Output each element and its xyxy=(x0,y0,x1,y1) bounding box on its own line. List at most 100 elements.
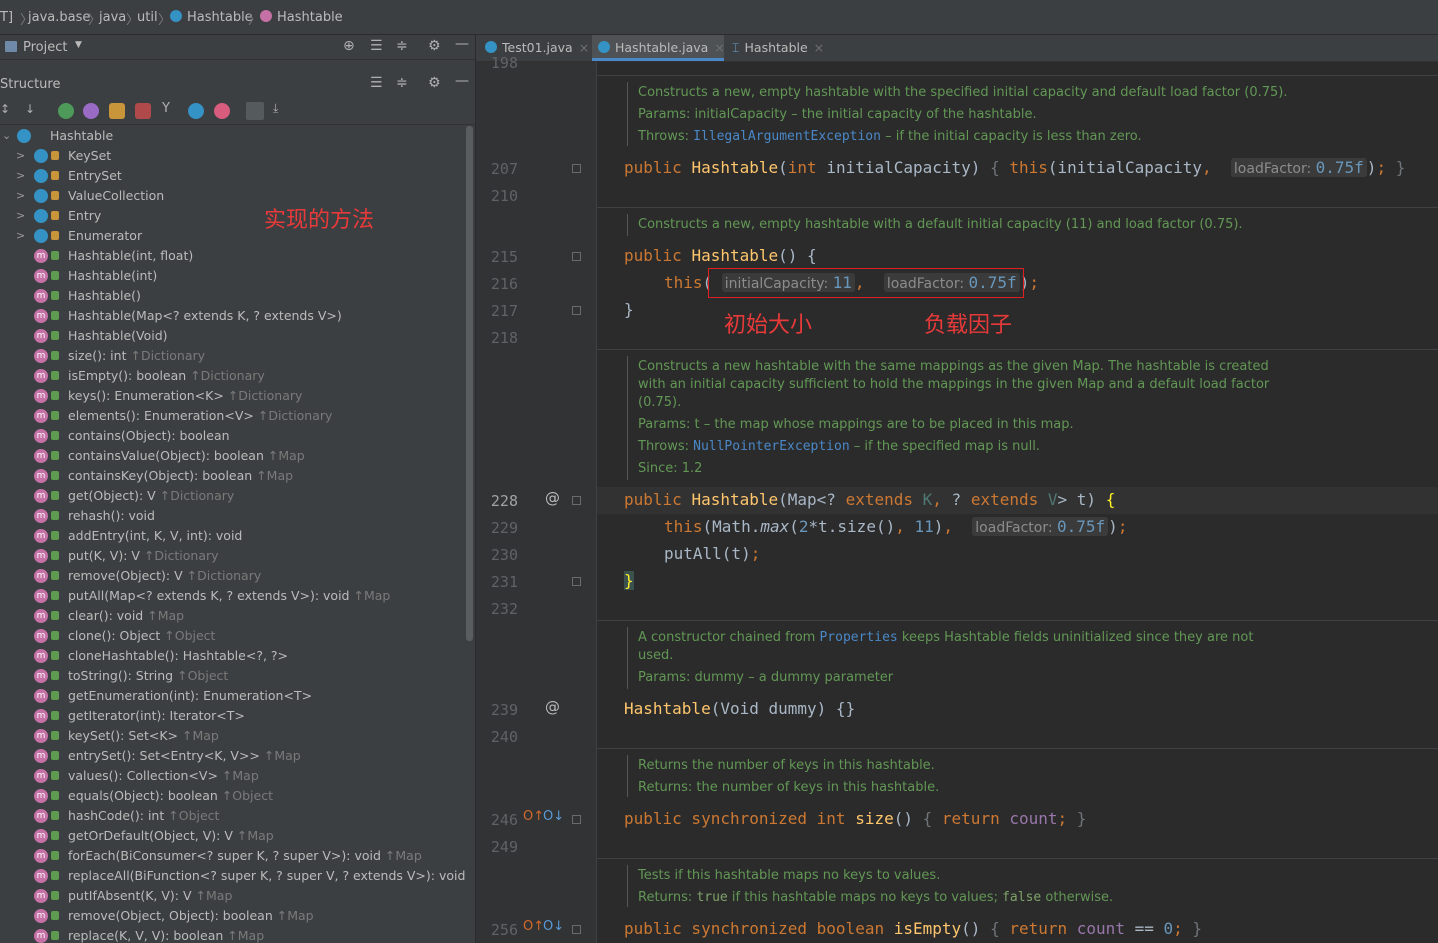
tree-method-item[interactable]: m get(Object): V ↑Dictionary xyxy=(0,486,466,506)
filter-icon[interactable]: Y xyxy=(162,101,170,116)
minimize-icon[interactable]: — xyxy=(455,73,469,89)
tree-method-item[interactable]: m cloneHashtable(): Hashtable<?, ?> xyxy=(0,646,466,666)
expand-all-icon[interactable]: ☰ xyxy=(370,75,383,91)
show-properties-icon[interactable] xyxy=(83,103,99,119)
tree-method-item[interactable]: m remove(Object, Object): boolean ↑Map xyxy=(0,906,466,926)
tree-method-item[interactable]: m getEnumeration(int): Enumeration<T> xyxy=(0,686,466,706)
tree-method-item[interactable]: m hashCode(): int ↑Object xyxy=(0,806,466,826)
autoscroll-from-source-icon[interactable]: ⤓ xyxy=(273,101,278,116)
tree-method-item[interactable]: m keySet(): Set<K> ↑Map xyxy=(0,726,466,746)
tree-class-item[interactable]: > ValueCollection xyxy=(0,186,466,206)
breadcrumb-item[interactable]: Hashtable xyxy=(260,10,343,25)
tree-method-item[interactable]: m containsValue(Object): boolean ↑Map xyxy=(0,446,466,466)
tree-method-item[interactable]: m elements(): Enumeration<V> ↑Dictionary xyxy=(0,406,466,426)
tree-method-item[interactable]: m rehash(): void xyxy=(0,506,466,526)
collapse-all-icon[interactable]: ≑ xyxy=(396,38,408,54)
tree-method-item[interactable]: m Hashtable(Void) xyxy=(0,326,466,346)
fold-marker[interactable] xyxy=(572,577,581,586)
tree-method-item[interactable]: m forEach(BiConsumer<? super K, ? super V… xyxy=(0,846,466,866)
tree-method-item[interactable]: m Hashtable(int, float) xyxy=(0,246,466,266)
tree-method-item[interactable]: m clone(): Object ↑Object xyxy=(0,626,466,646)
breadcrumb-item[interactable]: java xyxy=(99,10,126,25)
tree-method-item[interactable]: m addEntry(int, K, V, int): void xyxy=(0,526,466,546)
close-icon[interactable]: × xyxy=(814,40,824,55)
tree-class-item[interactable]: > Enumerator xyxy=(0,226,466,246)
fold-marker[interactable] xyxy=(572,164,581,173)
tree-method-item[interactable]: m containsKey(Object): boolean ↑Map xyxy=(0,466,466,486)
tree-method-item[interactable]: m toString(): String ↑Object xyxy=(0,666,466,686)
tree-method-item[interactable]: m put(K, V): V ↑Dictionary xyxy=(0,546,466,566)
chevron-right-icon[interactable]: > xyxy=(16,206,25,226)
fold-marker[interactable] xyxy=(572,306,581,315)
show-lambdas-icon[interactable] xyxy=(214,103,230,119)
fold-marker[interactable] xyxy=(572,496,581,505)
tree-method-item[interactable]: m putIfAbsent(K, V): V ↑Map xyxy=(0,886,466,906)
implements-icon[interactable]: O↑ xyxy=(523,919,544,934)
chevron-down-icon[interactable]: ▼ xyxy=(75,40,82,50)
tree-scrollbar[interactable] xyxy=(466,126,473,641)
chevron-down-icon[interactable]: ⌄ xyxy=(2,126,11,146)
tree-method-item[interactable]: m putAll(Map<? extends K, ? extends V>): … xyxy=(0,586,466,606)
tree-method-item[interactable]: m contains(Object): boolean xyxy=(0,426,466,446)
fold-marker[interactable] xyxy=(572,252,581,261)
show-non-public-icon[interactable] xyxy=(135,103,151,119)
tree-method-item[interactable]: m clear(): void ↑Map xyxy=(0,606,466,626)
tree-class-item[interactable]: > EntrySet xyxy=(0,166,466,186)
tab-hashtable-java[interactable]: Hashtable.java × xyxy=(592,35,725,61)
tree-method-item[interactable]: m getIterator(int): Iterator<T> xyxy=(0,706,466,726)
annotation-marker-icon[interactable]: @ xyxy=(545,698,560,716)
show-anonymous-icon[interactable] xyxy=(188,103,204,119)
autoscroll-to-source-icon[interactable] xyxy=(246,102,264,120)
visibility-icon xyxy=(51,791,59,800)
tree-item-label: getEnumeration(int): Enumeration<T> xyxy=(68,688,313,703)
tree-method-item[interactable]: m Hashtable() xyxy=(0,286,466,306)
chevron-right-icon[interactable]: > xyxy=(16,146,25,166)
fold-marker[interactable] xyxy=(572,815,581,824)
chevron-right-icon[interactable]: > xyxy=(16,166,25,186)
tree-method-item[interactable]: m equals(Object): boolean ↑Object xyxy=(0,786,466,806)
implements-icon[interactable]: O↑ xyxy=(523,809,544,824)
close-icon[interactable]: × xyxy=(714,40,724,55)
tree-method-item[interactable]: m size(): int ↑Dictionary xyxy=(0,346,466,366)
chevron-right-icon[interactable]: > xyxy=(16,186,25,206)
tree-method-item[interactable]: m remove(Object): V ↑Dictionary xyxy=(0,566,466,586)
chevron-right-icon[interactable]: > xyxy=(16,226,25,246)
gear-icon[interactable]: ⚙ xyxy=(428,38,441,54)
breadcrumb-item[interactable]: T] xyxy=(0,10,13,25)
collapse-all-icon[interactable]: ≑ xyxy=(396,75,408,91)
tree-method-item[interactable]: m values(): Collection<V> ↑Map xyxy=(0,766,466,786)
tree-class-item[interactable]: > KeySet xyxy=(0,146,466,166)
tree-root[interactable]: ⌄ Hashtable xyxy=(0,126,466,146)
fold-marker[interactable] xyxy=(572,925,581,934)
tab-hashtable-class[interactable]: ⌶ Hashtable × xyxy=(732,35,832,61)
breadcrumb-item[interactable]: Hashtable xyxy=(170,10,253,25)
tree-method-item[interactable]: m Hashtable(Map<? extends K, ? extends V>… xyxy=(0,306,466,326)
line-number: 240 xyxy=(490,728,518,746)
tree-method-item[interactable]: m entrySet(): Set<Entry<K, V>> ↑Map xyxy=(0,746,466,766)
annotation-marker-icon[interactable]: @ xyxy=(545,489,560,507)
tree-method-item[interactable]: m replaceAll(BiFunction<? super K, ? supe… xyxy=(0,866,466,886)
breadcrumb-item[interactable]: util xyxy=(137,10,158,25)
close-icon[interactable]: × xyxy=(579,40,589,55)
overridden-icon[interactable]: O↓ xyxy=(543,919,564,934)
editor-tabs: Test01.java × Hashtable.java × ⌶ Hashtable × xyxy=(476,35,1438,62)
show-inherited-icon[interactable] xyxy=(58,103,74,119)
tree-method-item[interactable]: m Hashtable(int) xyxy=(0,266,466,286)
tree-method-item[interactable]: m isEmpty(): boolean ↑Dictionary xyxy=(0,366,466,386)
tree-item-label: KeySet xyxy=(68,148,112,163)
gear-icon[interactable]: ⚙ xyxy=(428,75,441,91)
tree-class-item[interactable]: > Entry xyxy=(0,206,466,226)
tree-method-item[interactable]: m keys(): Enumeration<K> ↑Dictionary xyxy=(0,386,466,406)
breadcrumb-item[interactable]: java.base xyxy=(28,10,90,25)
tree-method-item[interactable]: m replace(K, V, V): boolean ↑Map xyxy=(0,926,466,943)
overridden-icon[interactable]: O↓ xyxy=(543,809,564,824)
project-panel-title[interactable]: Project xyxy=(23,40,67,55)
locate-icon[interactable]: ⊕ xyxy=(343,38,355,54)
show-fields-icon[interactable] xyxy=(109,103,125,119)
minimize-icon[interactable]: — xyxy=(455,36,469,52)
sort-alpha-icon[interactable]: ↓ xyxy=(25,102,35,116)
sort-visibility-icon[interactable]: ↕ xyxy=(0,102,10,116)
tree-method-item[interactable]: m getOrDefault(Object, V): V ↑Map xyxy=(0,826,466,846)
inlay-hint: loadFactor: 0.75f xyxy=(1230,158,1367,177)
expand-all-icon[interactable]: ☰ xyxy=(370,38,383,54)
